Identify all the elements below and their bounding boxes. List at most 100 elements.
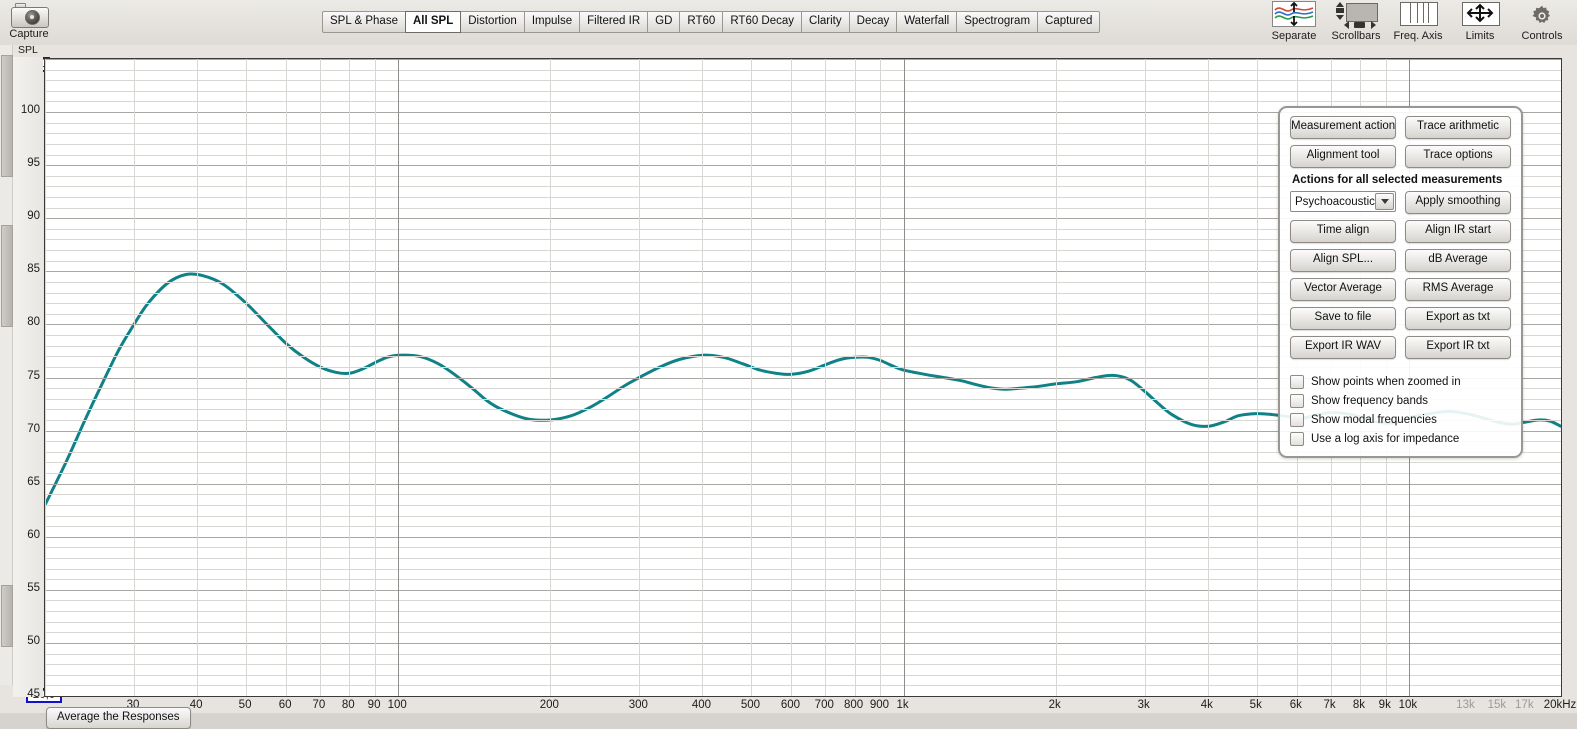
limits-button[interactable]: Limits [1449, 0, 1511, 43]
gridline-v [375, 59, 376, 696]
gridline-v [1257, 59, 1258, 696]
tab-rt60[interactable]: RT60 [679, 11, 723, 33]
tab-spl-phase[interactable]: SPL & Phase [322, 11, 405, 33]
y-axis-tick: 90 [27, 210, 40, 223]
trace-options-button[interactable]: Trace options [1405, 145, 1511, 168]
x-axis-tick: 50 [238, 699, 252, 711]
gridline-v [639, 59, 640, 696]
export-ir-txt-button[interactable]: Export IR txt [1405, 336, 1511, 359]
x-axis-tick: 300 [628, 699, 648, 711]
smoothing-selected-value: Psychoacoustic [1295, 195, 1375, 208]
gridline-v [246, 59, 247, 696]
align-ir-start-button[interactable]: Align IR start [1405, 220, 1511, 243]
y-axis-tick: 50 [27, 634, 40, 647]
alignment-tool-button[interactable]: Alignment tool [1290, 145, 1396, 168]
tab-distortion[interactable]: Distortion [461, 11, 524, 33]
average-the-responses-button[interactable]: Average the Responses [46, 707, 191, 729]
export-ir-wav-button[interactable]: Export IR WAV [1290, 336, 1396, 359]
checkbox-box-icon[interactable] [1290, 432, 1304, 446]
checkbox-show-modal-frequencies[interactable]: Show modal frequencies [1290, 413, 1511, 427]
checkbox-label: Show frequency bands [1311, 395, 1428, 407]
x-axis-tick: 5k [1249, 699, 1262, 711]
tab-impulse[interactable]: Impulse [523, 11, 580, 33]
gridline-h [45, 643, 1561, 644]
tab-waterfall[interactable]: Waterfall [896, 11, 957, 33]
measurement-actions-button[interactable]: Measurement actions [1290, 116, 1396, 139]
y-axis-tick: 45 [27, 688, 40, 700]
gridline-h [45, 611, 1561, 612]
gridline-v [791, 59, 792, 696]
rms-average-button[interactable]: RMS Average [1405, 278, 1511, 301]
checkbox-label: Show modal frequencies [1311, 414, 1437, 426]
plot-area: SPL 105,0 20,0 1009590858075706560555045… [0, 44, 1577, 729]
x-axis-tick: 13k [1456, 699, 1475, 711]
separate-label: Separate [1271, 30, 1317, 42]
smoothing-select[interactable]: Psychoacoustic [1290, 191, 1396, 212]
y-axis-tick: 60 [27, 528, 40, 541]
trace-arithmetic-button[interactable]: Trace arithmetic [1405, 116, 1511, 139]
checkbox-box-icon[interactable] [1290, 394, 1304, 408]
vertical-scrollbar[interactable] [0, 45, 13, 685]
db-average-button[interactable]: dB Average [1405, 249, 1511, 272]
vector-average-button[interactable]: Vector Average [1290, 278, 1396, 301]
tab-filtered-ir[interactable]: Filtered IR [579, 11, 648, 33]
gridline-v [702, 59, 703, 696]
x-axis-tick: 80 [341, 699, 355, 711]
gridline-h [45, 70, 1561, 71]
actions-row-1: Measurement actions Trace arithmetic [1290, 116, 1511, 139]
checkbox-box-icon[interactable] [1290, 375, 1304, 389]
gridline-v [286, 59, 287, 696]
checkbox-box-icon[interactable] [1290, 413, 1304, 427]
apply-smoothing-button[interactable]: Apply smoothing [1405, 191, 1511, 214]
gridline-h [45, 664, 1561, 665]
y-axis-tick: 100 [20, 104, 40, 117]
x-axis-tick: 9k [1378, 699, 1391, 711]
measurement-actions-panel: Measurement actions Trace arithmetic Ali… [1278, 106, 1523, 458]
checkbox-show-frequency-bands[interactable]: Show frequency bands [1290, 394, 1511, 408]
checkbox-label: Use a log axis for impedance [1311, 433, 1460, 445]
x-axis-tick: 2k [1048, 699, 1061, 711]
tab-decay[interactable]: Decay [848, 11, 897, 33]
tab-spectrogram[interactable]: Spectrogram [956, 11, 1038, 33]
y-axis-tick: 85 [27, 263, 40, 276]
y-axis-tick: 95 [27, 157, 40, 170]
checkbox-use-a-log-axis-for-impedance[interactable]: Use a log axis for impedance [1290, 432, 1511, 446]
gridline-h [45, 537, 1561, 538]
x-axis-tick: 4k [1200, 699, 1213, 711]
x-axis-tick: 500 [740, 699, 761, 711]
freq-axis-button[interactable]: Freq. Axis [1387, 0, 1449, 43]
save-to-file-button[interactable]: Save to file [1290, 307, 1396, 330]
tab-gd[interactable]: GD [647, 11, 680, 33]
camera-icon [10, 1, 49, 28]
x-axis-tick: 100 [387, 699, 407, 711]
controls-button[interactable]: Controls [1511, 0, 1573, 43]
actions-row-7: Export IR WAV Export IR txt [1290, 336, 1511, 359]
tab-rt60-decay[interactable]: RT60 Decay [722, 11, 802, 33]
gridline-v [880, 59, 881, 696]
separate-button[interactable]: Separate [1263, 0, 1325, 43]
view-tabs: SPL & Phase All SPL Distortion Impulse Filte… [322, 11, 1101, 33]
gridline-v [904, 59, 905, 696]
tab-captured[interactable]: Captured [1037, 11, 1101, 33]
x-axis-tick: 70 [312, 699, 326, 711]
y-axis-tick: 75 [27, 369, 40, 382]
checkbox-show-points-when-zoomed-in[interactable]: Show points when zoomed in [1290, 375, 1511, 389]
right-toolbar: Separate Scrollbars Freq. Axis Limits Co… [1263, 0, 1573, 43]
time-align-button[interactable]: Time align [1290, 220, 1396, 243]
gridline-v [751, 59, 752, 696]
y-axis-tick: 65 [27, 475, 40, 488]
actions-row-2: Alignment tool Trace options [1290, 145, 1511, 168]
chevron-down-icon[interactable] [1375, 193, 1394, 210]
align-spl-button[interactable]: Align SPL... [1290, 249, 1396, 272]
gridline-h [45, 59, 1561, 60]
gridline-h [45, 654, 1561, 655]
gridline-h [45, 516, 1561, 517]
scrollbars-button[interactable]: Scrollbars [1325, 0, 1387, 43]
tab-clarity[interactable]: Clarity [801, 11, 849, 33]
actions-row-5: Vector Average RMS Average [1290, 278, 1511, 301]
export-as-txt-button[interactable]: Export as txt [1405, 307, 1511, 330]
capture-label: Capture [9, 28, 49, 40]
capture-button[interactable]: Capture [6, 1, 52, 41]
gridline-h [45, 600, 1561, 601]
tab-all-spl[interactable]: All SPL [404, 11, 462, 33]
